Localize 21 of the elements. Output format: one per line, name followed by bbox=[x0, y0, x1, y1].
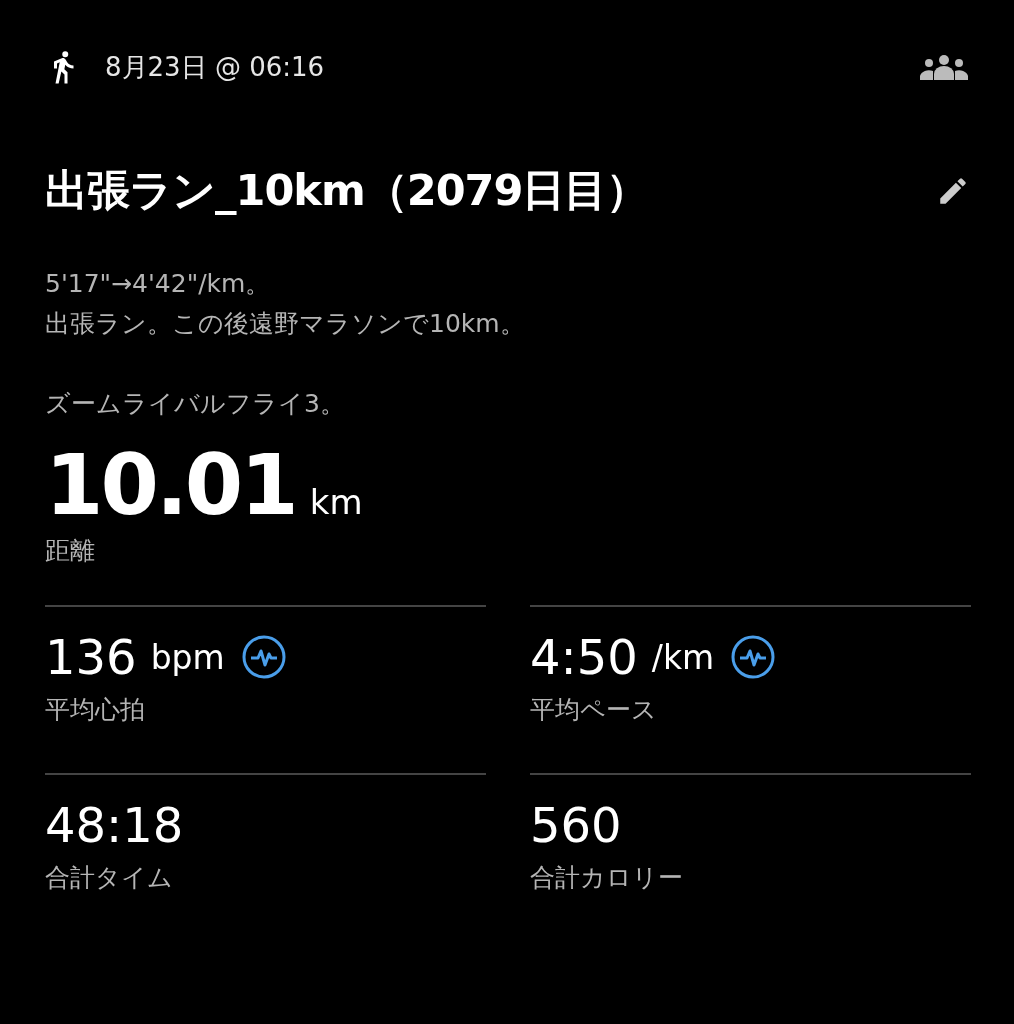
activity-title: 出張ラン_10km（2079日目） bbox=[45, 164, 650, 217]
stat-value: 4:50 bbox=[530, 629, 638, 685]
stat-value: 136 bbox=[45, 629, 137, 685]
distance-value: 10.01 bbox=[45, 436, 296, 534]
heart-rate-chart-icon[interactable] bbox=[240, 634, 287, 680]
description-text: 出張ラン。この後遠野マラソンで10km。 bbox=[45, 308, 526, 340]
stat-label: 合計タイム bbox=[45, 862, 174, 894]
stat-label: 合計カロリー bbox=[530, 862, 684, 894]
description-text: ズームライバルフライ3。 bbox=[45, 388, 346, 420]
distance-unit: km bbox=[309, 482, 363, 522]
stat-value: 48:18 bbox=[45, 797, 184, 853]
stat-unit: /km bbox=[651, 637, 715, 677]
activity-datetime: 8月23日 @ 06:16 bbox=[105, 50, 326, 84]
description-text: 5'17"→4'42"/km。 bbox=[45, 268, 272, 300]
distance-label: 距離 bbox=[45, 535, 96, 567]
heart-rate-chart-icon[interactable] bbox=[730, 634, 777, 680]
group-icon[interactable] bbox=[918, 54, 970, 80]
stat-value: 560 bbox=[530, 797, 622, 853]
stat-label: 平均ペース bbox=[530, 694, 658, 726]
stat-unit: bpm bbox=[150, 637, 225, 677]
stat-label: 平均心拍 bbox=[45, 694, 146, 726]
